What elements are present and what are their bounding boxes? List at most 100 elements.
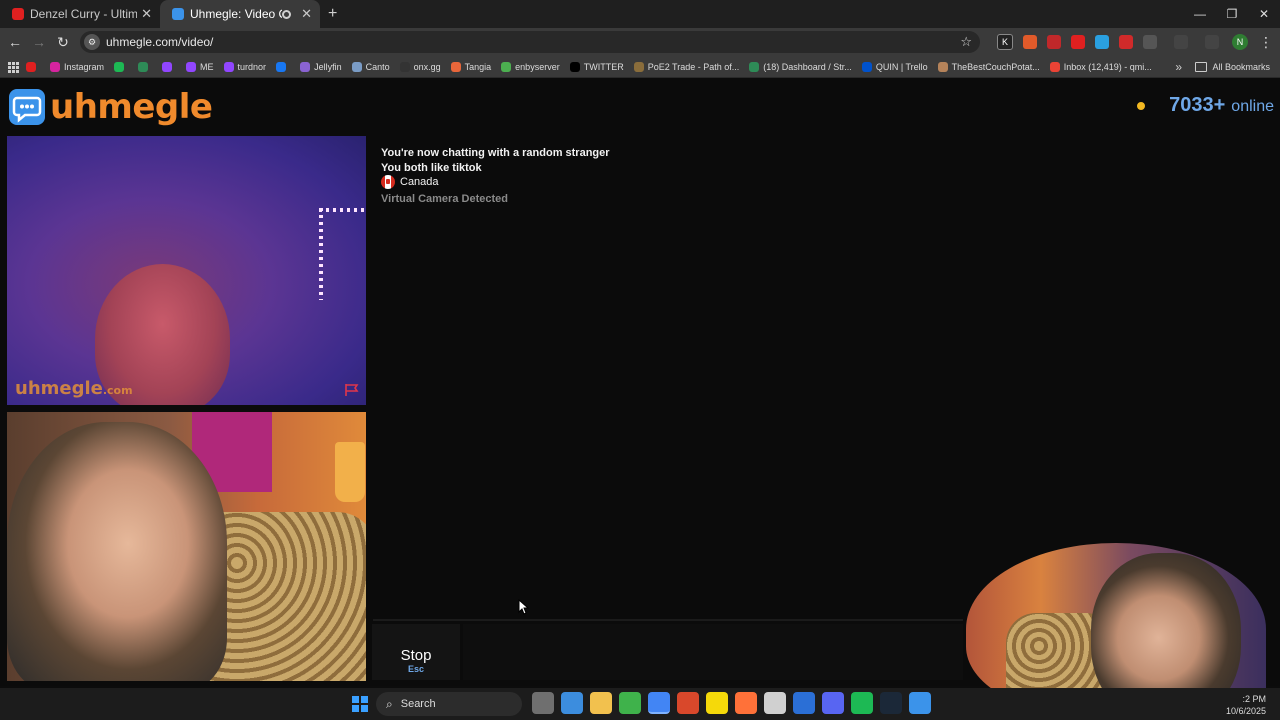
windows-taskbar: ⌕ Search :2 PM 10/6/2025 xyxy=(0,688,1280,720)
bookmark-item[interactable]: Instagram xyxy=(50,61,104,72)
self-person xyxy=(7,422,227,681)
close-window-icon[interactable]: ✕ xyxy=(1248,0,1280,28)
bookmark-favicon-icon xyxy=(501,61,512,72)
bookmark-favicon-icon xyxy=(749,61,760,72)
taskbar-app-icon[interactable] xyxy=(618,692,641,714)
bookmark-label: TWITTER xyxy=(583,61,624,72)
browser-toolbar: ← → ↻ ⚙ uhmegle.com/video/ ☆ K N ⋮ xyxy=(0,28,1280,56)
menu-kebab-icon[interactable]: ⋮ xyxy=(1254,34,1278,51)
extension-k-icon[interactable]: K xyxy=(997,34,1013,50)
bookmark-item[interactable] xyxy=(138,61,152,72)
bookmark-item[interactable]: TheBestCouchPotat... xyxy=(937,61,1040,72)
uhmegle-favicon-icon xyxy=(172,8,184,20)
stop-button[interactable]: Stop Esc xyxy=(372,624,460,680)
bookmark-label: Inbox (12,419) - qmi... xyxy=(1063,61,1152,72)
tab-uhmegle[interactable]: Uhmegle: Video Chat | Om ✕ xyxy=(160,0,320,28)
bookmark-item[interactable]: Canto xyxy=(351,61,390,72)
recording-icon xyxy=(282,9,292,19)
online-count: 7033+ xyxy=(1169,94,1226,116)
minimize-icon[interactable]: — xyxy=(1184,0,1216,28)
extension-icon[interactable] xyxy=(1023,35,1037,49)
bookmark-item[interactable]: QUIN | Trello xyxy=(861,61,928,72)
windows-start-icon[interactable] xyxy=(352,696,368,712)
bookmark-item[interactable]: TWITTER xyxy=(569,61,624,72)
bookmark-star-icon[interactable]: ☆ xyxy=(960,34,972,50)
bookmark-label: enbyserver xyxy=(515,61,560,72)
taskbar-app-icon[interactable] xyxy=(763,692,786,714)
bookmark-item[interactable]: Tangia xyxy=(450,61,491,72)
bookmark-label: (18) Dashboard / Str... xyxy=(763,61,852,72)
taskbar-app-icon[interactable] xyxy=(531,692,554,714)
tab-denzel-curry[interactable]: Denzel Curry - Ultimate (BADB/ ✕ xyxy=(0,0,160,28)
taskbar-app-icon[interactable] xyxy=(850,692,873,714)
bookmark-item[interactable]: enbyserver xyxy=(501,61,560,72)
taskbar-app-icon[interactable] xyxy=(734,692,757,714)
bookmark-item[interactable] xyxy=(26,61,40,72)
restore-icon[interactable]: ❐ xyxy=(1216,0,1248,28)
taskbar-search[interactable]: ⌕ Search xyxy=(376,692,522,716)
bookmark-favicon-icon xyxy=(399,61,410,72)
bookmark-item[interactable]: turdnor xyxy=(223,61,267,72)
bookmark-item[interactable]: PoE2 Trade - Path of... xyxy=(633,61,739,72)
bookmark-favicon-icon xyxy=(861,61,872,72)
bookmark-item[interactable]: Jellyfin xyxy=(300,61,342,72)
taskbar-app-icon[interactable] xyxy=(676,692,699,714)
lamp xyxy=(335,442,365,502)
taskbar-app-icon[interactable] xyxy=(792,692,815,714)
media-controls-icon[interactable] xyxy=(1205,35,1219,49)
status-dot-icon xyxy=(1137,101,1146,110)
country-name: Canada xyxy=(400,176,439,188)
bookmark-item[interactable] xyxy=(276,61,290,72)
virtual-camera-notice: Virtual Camera Detected xyxy=(381,192,508,205)
more-bookmarks-icon[interactable]: » xyxy=(1175,60,1182,74)
chat-status-message: You're now chatting with a random strang… xyxy=(381,147,610,159)
bookmark-item[interactable]: ME xyxy=(186,61,214,72)
bookmark-favicon-icon xyxy=(351,61,362,72)
tab-title: Denzel Curry - Ultimate (BADB/ xyxy=(30,7,138,21)
extension-icon[interactable] xyxy=(1119,35,1133,49)
taskbar-app-icon[interactable] xyxy=(560,692,583,714)
profile-avatar[interactable]: N xyxy=(1232,34,1248,50)
report-flag-icon[interactable] xyxy=(344,383,360,397)
bookmark-item[interactable]: Inbox (12,419) - qmi... xyxy=(1049,61,1152,72)
string-lights xyxy=(319,208,366,212)
bookmark-label: turdnor xyxy=(237,61,267,72)
taskbar-app-icon[interactable] xyxy=(879,692,902,714)
site-logo[interactable]: uhmegle xyxy=(9,87,213,127)
taskbar-app-icon[interactable] xyxy=(705,692,728,714)
bookmark-item[interactable]: onx.gg xyxy=(399,61,441,72)
close-tab-icon[interactable]: ✕ xyxy=(141,6,152,22)
taskbar-app-icon[interactable] xyxy=(908,692,931,714)
taskbar-app-icon[interactable] xyxy=(647,692,670,714)
bookmark-label: QUIN | Trello xyxy=(875,61,928,72)
bookmark-label: ME xyxy=(200,61,214,72)
reload-icon[interactable]: ↻ xyxy=(51,34,75,51)
divider xyxy=(373,619,963,621)
chat-bubble-logo-icon xyxy=(9,89,45,125)
bookmark-item[interactable] xyxy=(162,61,176,72)
back-icon[interactable]: ← xyxy=(3,34,27,50)
bookmark-list: Instagram ME turdnor Jellyfin Canto onx.gg Tan… xyxy=(26,61,1162,72)
extension-youtube-icon[interactable] xyxy=(1071,35,1085,49)
extension-icon[interactable] xyxy=(1047,35,1061,49)
folder-icon xyxy=(1195,61,1208,72)
forward-icon[interactable]: → xyxy=(27,34,51,50)
bookmark-label: Jellyfin xyxy=(314,61,342,72)
taskbar-app-icon[interactable] xyxy=(589,692,612,714)
bookmark-favicon-icon xyxy=(633,61,644,72)
new-tab-button[interactable]: + xyxy=(328,5,337,23)
bookmark-item[interactable]: (18) Dashboard / Str... xyxy=(749,61,852,72)
all-bookmarks-button[interactable]: All Bookmarks xyxy=(1195,61,1270,72)
apps-grid-icon[interactable] xyxy=(8,61,19,73)
address-bar[interactable]: ⚙ uhmegle.com/video/ ☆ xyxy=(80,31,980,53)
site-info-icon[interactable]: ⚙ xyxy=(84,34,100,50)
tab-title: Uhmegle: Video Chat | Om xyxy=(190,7,282,21)
close-tab-icon[interactable]: ✕ xyxy=(301,6,312,22)
taskbar-app-icon[interactable] xyxy=(821,692,844,714)
extensions-puzzle-icon[interactable] xyxy=(1143,35,1157,49)
tab-search-icon[interactable] xyxy=(1174,35,1188,49)
message-input[interactable] xyxy=(463,624,963,680)
extension-icon[interactable] xyxy=(1095,35,1109,49)
system-clock[interactable]: :2 PM 10/6/2025 xyxy=(1226,693,1266,717)
bookmark-item[interactable] xyxy=(114,61,128,72)
